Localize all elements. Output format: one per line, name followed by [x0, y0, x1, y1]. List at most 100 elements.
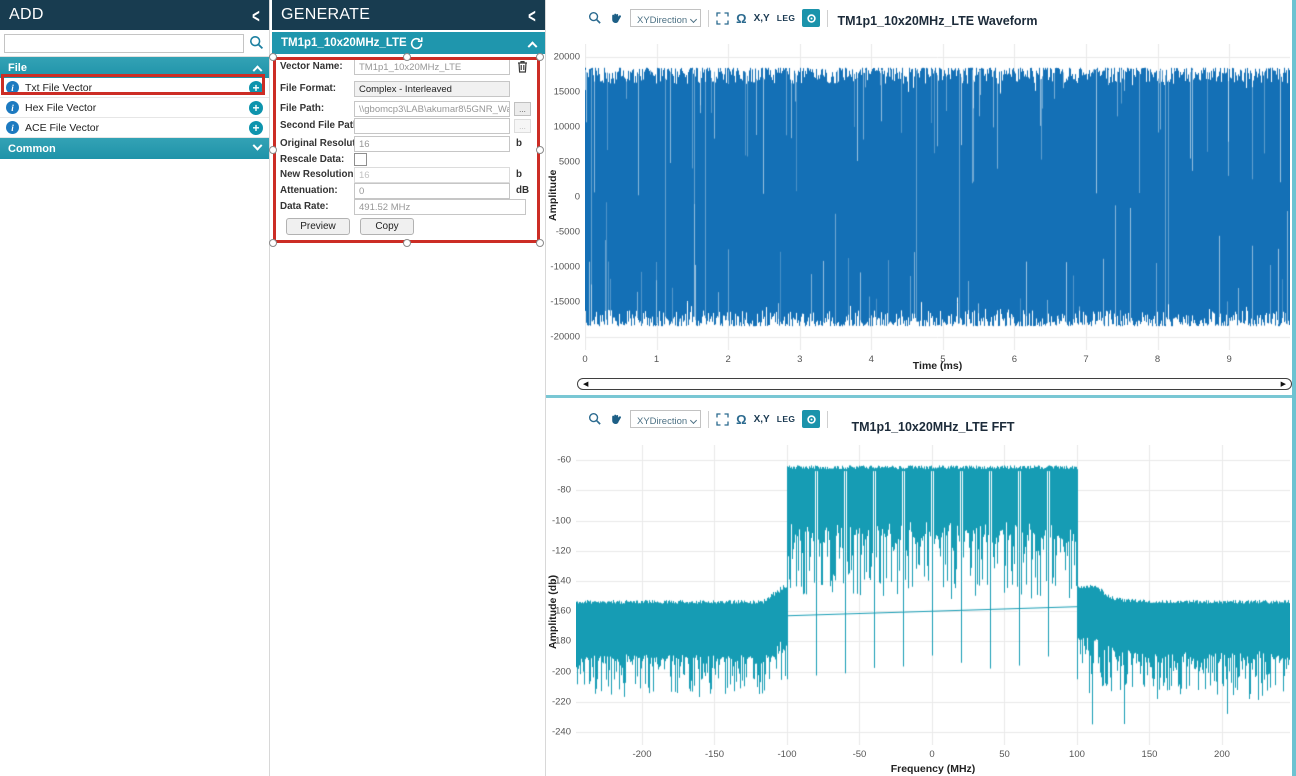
xtick-label: 200 [1214, 745, 1230, 760]
ytick-label: -10000 [550, 261, 585, 272]
waveform-xlabel: Time (ms) [585, 360, 1290, 372]
section-label: File [8, 62, 254, 74]
browse-button-disabled: ... [514, 119, 531, 133]
list-item[interactable]: iACE File Vector+ [0, 118, 269, 138]
field-input[interactable]: 491.52 MHz [354, 199, 526, 215]
field-input[interactable]: TM1p1_10x20MHz_LTE [354, 59, 510, 75]
chevron-up-icon[interactable] [528, 41, 538, 51]
fft-chart-title: TM1p1_10x20MHz_LTE FFT [576, 420, 1290, 434]
section-header-common[interactable]: Common [0, 138, 269, 159]
chart-area: XYDirection Ω X,Y LEG TM1p1_10x20MHz_LTE… [546, 0, 1296, 776]
list-item[interactable]: i Txt File Vector+ [0, 78, 269, 98]
form-row: New Resolution:16b [272, 167, 545, 184]
xtick-label: 50 [999, 745, 1010, 760]
info-icon[interactable]: i [6, 101, 19, 114]
copy-button[interactable]: Copy [360, 218, 414, 235]
chart-divider [546, 395, 1296, 398]
horizontal-scrollbar[interactable]: ◀ ▶ [577, 378, 1292, 390]
fft-chart: XYDirection Ω X,Y LEG TM1p1_10x20MHz_LTE… [546, 399, 1296, 776]
field-label: Data Rate: [280, 201, 328, 212]
add-panel: ADD < FileiTxt File Vector+iHex File Vec… [0, 0, 270, 776]
field-input[interactable]: 16 [354, 167, 510, 183]
collapse-left-icon[interactable]: < [252, 4, 260, 27]
ytick-label: -240 [552, 727, 576, 738]
field-label: New Resolution: [280, 169, 357, 180]
waveform-chart: XYDirection Ω X,Y LEG TM1p1_10x20MHz_LTE… [546, 0, 1296, 396]
field-input[interactable] [354, 118, 510, 134]
chevron-up-icon [253, 65, 263, 75]
rescale-checkbox[interactable] [354, 153, 367, 166]
ytick-label: -200 [552, 666, 576, 677]
ytick-label: -80 [557, 485, 576, 496]
form-row: Attenuation: 0 dB [272, 183, 545, 200]
ytick-label: 10000 [554, 122, 585, 133]
ytick-label: -220 [552, 696, 576, 707]
search-icon[interactable] [249, 35, 264, 50]
browse-button[interactable]: ... [514, 102, 531, 116]
form-row: Second File Path:... [272, 118, 545, 135]
xtick-label: -100 [777, 745, 796, 760]
field-input[interactable]: \\gbomcp3\LAB\akumar8\5GNR_Waveforms' [354, 101, 510, 117]
ytick-label: -160 [552, 606, 576, 617]
xtick-label: 150 [1142, 745, 1158, 760]
ytick-label: 15000 [554, 87, 585, 98]
xtick-label: -50 [853, 745, 867, 760]
unit-label: dB [516, 185, 529, 196]
scroll-right-icon[interactable]: ▶ [1281, 380, 1286, 389]
field-label: File Format: [280, 83, 336, 94]
field-label: Second File Path: [280, 120, 362, 131]
file-format-select[interactable]: Complex - Interleaved [354, 81, 510, 97]
ytick-label: -100 [552, 515, 576, 526]
field-label: Rescale Data: [280, 154, 344, 165]
add-sections: FileiTxt File Vector+iHex File Vector+iA… [0, 57, 269, 159]
form-row: File Format: Complex - Interleaved [272, 81, 545, 98]
xtick-label: 100 [1069, 745, 1085, 760]
info-icon[interactable]: i [6, 81, 19, 94]
scroll-left-icon[interactable]: ◀ [583, 380, 588, 389]
fft-plot[interactable]: -60-80-100-120-140-160-180-200-220-240-2… [576, 445, 1290, 745]
item-label: Txt File Vector [25, 82, 249, 94]
info-icon[interactable]: i [6, 121, 19, 134]
item-label: Hex File Vector [25, 102, 249, 114]
add-plus-icon[interactable]: + [249, 121, 263, 135]
ytick-label: -120 [552, 545, 576, 556]
xtick-label: -200 [632, 745, 651, 760]
add-plus-icon[interactable]: + [249, 81, 263, 95]
search-input[interactable] [4, 34, 244, 53]
field-label: Vector Name: [280, 61, 343, 72]
xtick-label: -150 [705, 745, 724, 760]
generate-panel-header: GENERATE < [272, 0, 545, 30]
add-plus-icon[interactable]: + [249, 101, 263, 115]
field-input[interactable]: 16 [354, 136, 510, 152]
form-row: Data Rate: 491.52 MHz [272, 199, 545, 216]
select-value: Complex - Interleaved [359, 84, 452, 95]
field-label: Attenuation: [280, 185, 338, 196]
field-label: File Path: [280, 103, 324, 114]
xtick-label: 0 [929, 745, 934, 760]
waveform-plot[interactable]: 20000150001000050000-5000-10000-15000-20… [585, 44, 1290, 350]
trash-icon[interactable] [516, 59, 529, 79]
waveform-chart-title: TM1p1_10x20MHz_LTE Waveform [585, 14, 1290, 28]
field-input[interactable]: 0 [354, 183, 510, 199]
vertical-scrollbar[interactable] [1292, 0, 1296, 776]
refresh-icon[interactable] [409, 36, 424, 51]
ytick-label: -5000 [556, 226, 585, 237]
ytick-label: -20000 [550, 331, 585, 342]
form-row: Vector Name: TM1p1_10x20MHz_LTE [272, 59, 545, 76]
collapse-generate-icon[interactable]: < [528, 4, 536, 27]
ytick-label: -140 [552, 576, 576, 587]
ytick-label: -180 [552, 636, 576, 647]
list-item[interactable]: i Hex File Vector+ [0, 98, 269, 118]
vector-header[interactable]: TM1p1_10x20MHz_LTE [272, 32, 545, 54]
preview-button[interactable]: Preview [286, 218, 350, 235]
ytick-label: -60 [557, 455, 576, 466]
search-row [0, 30, 269, 57]
form-row: File Path: \\gbomcp3\LAB\akumar8\5GNR_Wav… [272, 101, 545, 118]
section-header-file[interactable]: File [0, 57, 269, 78]
ytick-label: 20000 [554, 52, 585, 63]
waveform-ylabel: Amplitude [547, 120, 559, 270]
unit-label: b [516, 138, 522, 149]
waveform-canvas[interactable] [585, 44, 1290, 350]
fft-canvas[interactable] [576, 445, 1290, 745]
add-panel-title: ADD [9, 6, 252, 24]
